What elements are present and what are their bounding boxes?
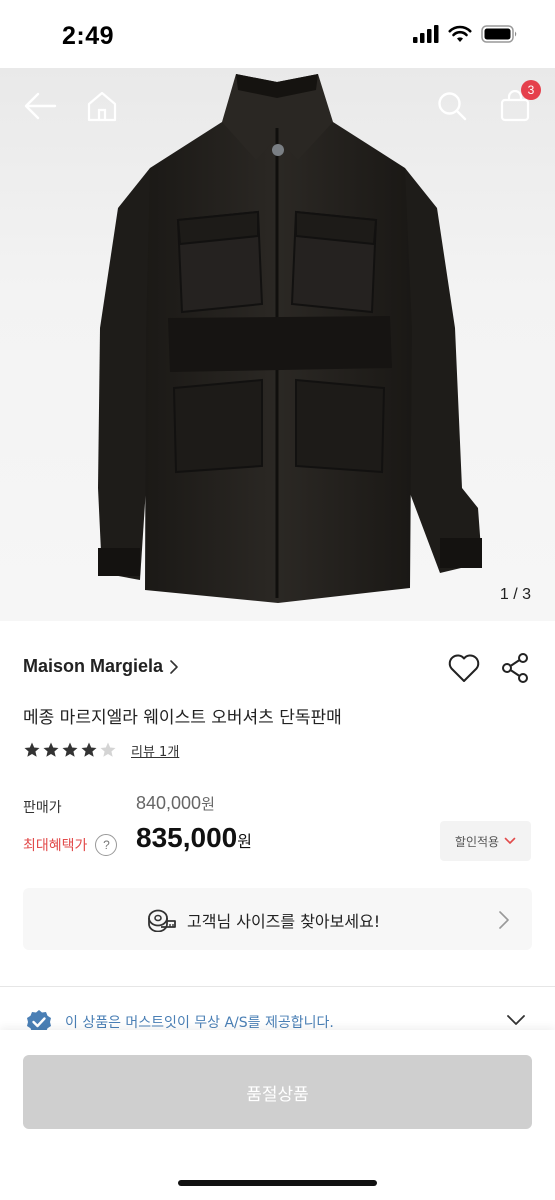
chevron-down-icon[interactable] — [506, 1014, 526, 1026]
benefit-price: 835,000원 — [136, 822, 252, 854]
star-icon — [100, 742, 116, 757]
cart-count-badge: 3 — [521, 80, 541, 100]
star-icon — [43, 742, 59, 757]
review-link[interactable]: 리뷰 1개 — [131, 741, 179, 760]
share-icon — [502, 653, 528, 683]
chevron-right-icon — [499, 911, 509, 929]
benefit-price-label: 최대혜택가 — [23, 838, 88, 854]
rating-row: 리뷰 1개 — [23, 740, 179, 760]
size-finder-content: 고객님 사이즈를 찾아보세요! — [147, 908, 380, 932]
home-icon — [87, 91, 117, 122]
brand-row: Maison Margiela — [23, 652, 533, 684]
help-icon[interactable]: ? — [95, 834, 118, 856]
bottom-action-bar: 품절상품 — [0, 1030, 555, 1200]
size-finder-label: 고객님 사이즈를 찾아보세요! — [187, 912, 381, 931]
apply-discount-label: 할인적용 — [454, 834, 500, 849]
product-image — [98, 74, 482, 603]
apply-discount-button[interactable]: 할인적용 — [440, 821, 531, 861]
sold-out-button[interactable]: 품절상품 — [23, 1055, 532, 1129]
gallery-pager: 1 / 3 — [499, 586, 531, 603]
chevron-right-icon — [170, 659, 178, 674]
sale-price-value: 840,000 — [136, 793, 202, 813]
size-finder-button[interactable]: 고객님 사이즈를 찾아보세요! — [23, 888, 532, 950]
status-icons — [413, 25, 519, 43]
brand-name: Maison Margiela — [23, 656, 164, 676]
rating-stars — [23, 741, 117, 759]
star-icon — [62, 742, 78, 757]
share-button[interactable] — [499, 652, 531, 688]
sale-price: 840,000원 — [136, 793, 215, 814]
home-indicator — [178, 1180, 377, 1186]
search-icon — [438, 92, 467, 121]
chevron-down-icon — [504, 837, 516, 844]
cart-button[interactable]: 3 — [495, 80, 541, 126]
section-divider — [0, 986, 555, 987]
wifi-icon — [448, 25, 472, 42]
status-bar: 2:49 — [0, 0, 555, 68]
search-button[interactable] — [432, 86, 472, 126]
benefit-price-unit: 원 — [237, 832, 252, 851]
back-button[interactable] — [20, 86, 60, 126]
status-time: 2:49 — [62, 22, 115, 50]
wishlist-button[interactable] — [447, 652, 481, 688]
tape-measure-icon — [148, 909, 176, 932]
brand-link[interactable]: Maison Margiela — [23, 656, 179, 677]
sale-price-unit: 원 — [201, 795, 215, 813]
as-notice-text: 이 상품은 머스트잇이 무상 A/S를 제공합니다. — [65, 1015, 334, 1031]
signal-icon — [413, 25, 439, 43]
product-gallery[interactable]: 3 1 / 3 — [0, 68, 555, 621]
battery-icon — [481, 25, 517, 43]
benefit-price-value: 835,000 — [136, 822, 238, 853]
sale-price-label: 판매가 — [23, 800, 62, 816]
star-icon — [24, 742, 40, 757]
back-arrow-icon — [24, 92, 57, 120]
star-icon — [81, 742, 97, 757]
heart-icon — [448, 654, 480, 682]
product-top-nav: 3 — [0, 68, 555, 143]
product-title: 메종 마르지엘라 웨이스트 오버셔츠 단독판매 — [23, 708, 342, 728]
home-button[interactable] — [82, 86, 122, 126]
benefit-price-label-row: 최대혜택가 ? — [23, 834, 118, 856]
